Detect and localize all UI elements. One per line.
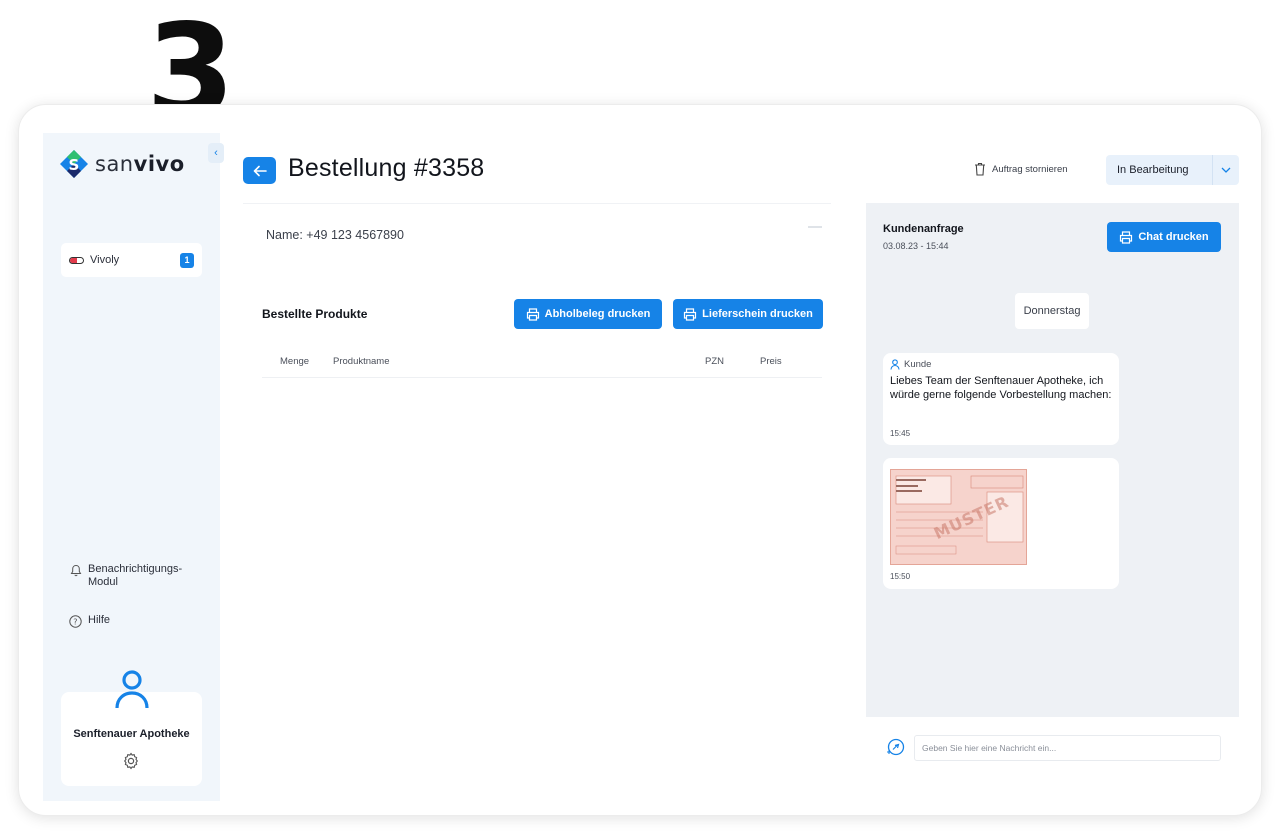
svg-text:?: ? xyxy=(73,618,77,627)
print-chat-button[interactable]: Chat drucken xyxy=(1107,222,1221,252)
chat-timestamp: 03.08.23 - 15:44 xyxy=(883,241,949,251)
cancel-order-button[interactable]: Auftrag stornieren xyxy=(974,162,1068,176)
column-header[interactable]: Produktname xyxy=(333,356,390,367)
user-icon xyxy=(115,670,149,709)
order-panel: Name: +49 123 4567890 Bestellte Produkte… xyxy=(243,203,831,778)
print-chat-label: Chat drucken xyxy=(1138,231,1209,243)
status-dropdown[interactable]: In Bearbeitung xyxy=(1106,155,1239,185)
column-header[interactable]: Preis xyxy=(760,356,782,367)
customer-name: Name: +49 123 4567890 xyxy=(266,228,404,242)
message-sender: Kunde xyxy=(890,359,931,370)
column-header[interactable]: PZN xyxy=(705,356,724,367)
sidebar: S sanvivo Vivoly 1 Benachrichtigungs- Mo… xyxy=(43,133,220,801)
prescription-image[interactable]: MUSTER xyxy=(890,469,1027,565)
print-delivery-label: Lieferschein drucken xyxy=(702,308,813,320)
section-title: Bestellte Produkte xyxy=(262,307,368,321)
divider xyxy=(808,226,822,228)
user-icon xyxy=(890,359,900,370)
day-separator: Donnerstag xyxy=(1015,293,1089,329)
chat-message-attachment: MUSTER 15:50 xyxy=(883,458,1119,589)
notification-badge: 1 xyxy=(180,252,194,268)
message-time: 15:45 xyxy=(890,429,911,438)
trash-icon xyxy=(975,162,985,176)
message-time: 15:50 xyxy=(890,572,911,581)
cancel-order-label: Auftrag stornieren xyxy=(992,163,1068,175)
print-delivery-note-button[interactable]: Lieferschein drucken xyxy=(673,299,823,329)
chat-panel: Kundenanfrage 03.08.23 - 15:44 Chat druc… xyxy=(866,203,1239,778)
sidebar-link-notifications[interactable]: Benachrichtigungs- Modul xyxy=(69,563,182,589)
collapse-sidebar-button[interactable]: ‹ xyxy=(208,143,224,163)
chevron-down-icon xyxy=(1212,155,1239,185)
column-header[interactable]: Menge xyxy=(280,356,309,367)
sidebar-item-label: Vivoly xyxy=(90,254,120,266)
app-window: S sanvivo Vivoly 1 Benachrichtigungs- Mo… xyxy=(18,104,1262,816)
chat-message: Kunde Liebes Team der Senftenauer Apothe… xyxy=(883,353,1119,445)
chevron-left-icon: ‹ xyxy=(214,147,218,159)
help-icon: ? xyxy=(69,615,82,628)
print-pickup-label: Abholbeleg drucken xyxy=(544,308,651,320)
gear-icon[interactable] xyxy=(122,752,140,770)
message-text: Liebes Team der Senftenauer Apotheke, ic… xyxy=(890,375,1112,401)
brand-name: sanvivo xyxy=(95,152,185,176)
printer-icon xyxy=(684,307,697,321)
products-table-header: Menge Produktname PZN Preis xyxy=(262,348,822,378)
chat-input-bar: Geben Sie hier eine Nachricht ein... xyxy=(866,717,1239,778)
pharmacy-name: Senftenauer Apotheke xyxy=(73,728,190,740)
bell-icon xyxy=(69,564,82,577)
sidebar-link-label: Benachrichtigungs- Modul xyxy=(88,563,183,588)
sidebar-item-vivoly[interactable]: Vivoly 1 xyxy=(61,243,202,277)
message-input[interactable]: Geben Sie hier eine Nachricht ein... xyxy=(914,735,1221,761)
status-value: In Bearbeitung xyxy=(1117,164,1189,176)
profile-card[interactable]: Senftenauer Apotheke xyxy=(61,670,202,786)
printer-icon xyxy=(526,307,539,321)
arrow-left-icon xyxy=(253,165,267,176)
svg-text:S: S xyxy=(69,156,80,174)
printer-icon xyxy=(1120,230,1133,244)
attach-icon[interactable] xyxy=(885,737,906,758)
sidebar-link-help[interactable]: ? Hilfe xyxy=(69,614,110,628)
sender-label: Kunde xyxy=(904,359,932,370)
brand-logo[interactable]: S sanvivo xyxy=(59,149,185,179)
sidebar-link-label: Hilfe xyxy=(88,614,111,626)
print-pickup-receipt-button[interactable]: Abholbeleg drucken xyxy=(514,299,662,329)
pill-icon xyxy=(69,256,84,264)
page-title: Bestellung #3358 xyxy=(288,154,485,182)
sanvivo-logo-icon: S xyxy=(60,150,88,178)
chat-title: Kundenanfrage xyxy=(883,223,964,235)
back-button[interactable] xyxy=(243,157,276,184)
